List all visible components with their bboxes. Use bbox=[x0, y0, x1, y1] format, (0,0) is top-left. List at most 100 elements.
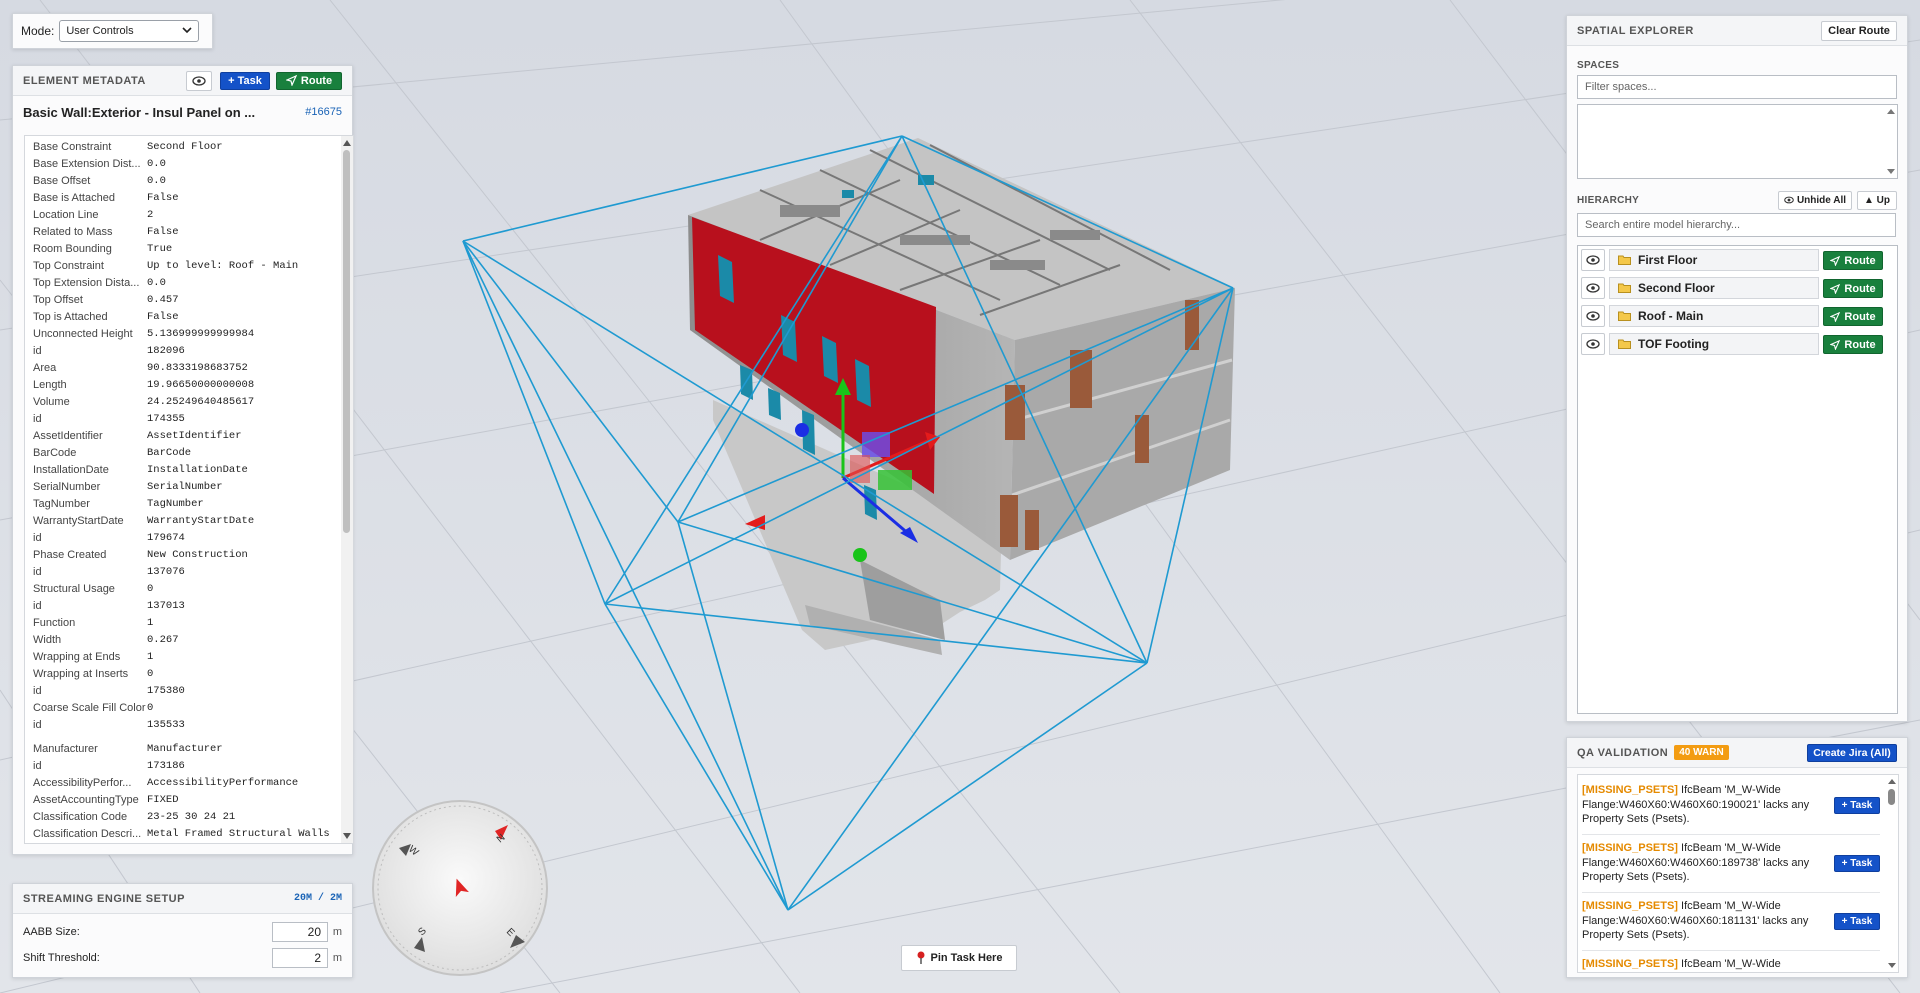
toggle-level-visibility-button[interactable] bbox=[1581, 333, 1605, 355]
level-route-label: Route bbox=[1844, 282, 1876, 295]
level-route-button[interactable]: Route bbox=[1823, 251, 1883, 270]
level-folder-button[interactable]: First Floor bbox=[1609, 249, 1819, 271]
property-row: Classification Descri... Metal Framed Str… bbox=[25, 825, 353, 842]
property-value: 137076 bbox=[147, 565, 185, 578]
qa-issue-tag: [MISSING_PSETS] bbox=[1582, 784, 1678, 796]
property-row: Base Offset 0.0 bbox=[25, 172, 353, 189]
property-value: TagNumber bbox=[147, 497, 204, 510]
pin-task-button[interactable]: Pin Task Here bbox=[901, 945, 1017, 971]
property-value: 5.136999999999984 bbox=[147, 327, 255, 340]
property-value: New Construction bbox=[147, 548, 248, 561]
scroll-down-arrow-icon[interactable] bbox=[1888, 963, 1896, 968]
property-key: Classification Descri... bbox=[33, 827, 142, 840]
send-icon bbox=[1830, 283, 1841, 294]
property-value: 0 bbox=[147, 701, 154, 714]
level-route-label: Route bbox=[1844, 254, 1876, 267]
property-key: Room Bounding bbox=[33, 242, 112, 255]
qa-title: QA VALIDATION bbox=[1577, 746, 1669, 759]
hierarchy-item-second-floor: Second Floor Route bbox=[1581, 277, 1897, 301]
property-key: Top Extension Dista... bbox=[33, 276, 140, 289]
element-id-link[interactable]: #16675 bbox=[305, 106, 342, 118]
toggle-level-visibility-button[interactable] bbox=[1581, 249, 1605, 271]
property-value: Manufacturer bbox=[147, 742, 223, 755]
qa-add-task-button[interactable]: + Task bbox=[1834, 855, 1880, 872]
scroll-up-arrow-icon[interactable] bbox=[1887, 109, 1895, 114]
property-row: Base Extension Dist... 0.0 bbox=[25, 155, 353, 172]
unhide-all-label: Unhide All bbox=[1796, 194, 1847, 206]
clear-route-button[interactable]: Clear Route bbox=[1821, 20, 1897, 41]
property-value: AccessibilityPerformance bbox=[147, 776, 299, 789]
qa-add-task-button[interactable]: + Task bbox=[1834, 797, 1880, 814]
property-row: TagNumber TagNumber bbox=[25, 495, 353, 512]
scroll-up-arrow-icon[interactable] bbox=[343, 140, 351, 146]
level-folder-button[interactable]: Roof - Main bbox=[1609, 305, 1819, 327]
aabb-size-input[interactable]: 20 bbox=[272, 922, 328, 942]
element-title-row: Basic Wall:Exterior - Insul Panel on ...… bbox=[13, 96, 352, 128]
scroll-down-arrow-icon[interactable] bbox=[343, 833, 351, 839]
level-name: TOF Footing bbox=[1638, 337, 1710, 351]
property-row: Phase Created New Construction bbox=[25, 546, 353, 563]
level-route-button[interactable]: Route bbox=[1823, 335, 1883, 354]
property-row: id 175380 bbox=[25, 682, 353, 699]
property-key: Base Constraint bbox=[33, 140, 112, 153]
qa-issue-text: IfcBeam 'M_W-Wide bbox=[1677, 958, 1781, 970]
qa-divider bbox=[1582, 950, 1880, 951]
hierarchy-label: HIERARCHY bbox=[1577, 194, 1640, 206]
property-row: AssetAccountingType FIXED bbox=[25, 791, 353, 808]
send-icon bbox=[285, 75, 297, 86]
pin-icon bbox=[917, 951, 925, 964]
level-folder-button[interactable]: TOF Footing bbox=[1609, 333, 1819, 355]
property-row: Wrapping at Ends 1 bbox=[25, 648, 353, 665]
property-value: Up to level: Roof - Main bbox=[147, 259, 299, 272]
shift-threshold-input[interactable]: 2 bbox=[272, 948, 328, 968]
property-row: Base Constraint Second Floor bbox=[25, 138, 353, 155]
toggle-level-visibility-button[interactable] bbox=[1581, 305, 1605, 327]
eye-icon bbox=[192, 75, 206, 86]
scroll-down-arrow-icon[interactable] bbox=[1887, 169, 1895, 174]
property-row: WarrantyStartDate WarrantyStartDate bbox=[25, 512, 353, 529]
qa-validation-panel: QA VALIDATION 40 WARN Create Jira (All) … bbox=[1566, 737, 1908, 978]
spaces-list[interactable] bbox=[1577, 104, 1898, 179]
up-button[interactable]: ▲ Up bbox=[1857, 190, 1897, 210]
property-value: 179674 bbox=[147, 531, 185, 544]
streaming-engine-panel: STREAMING ENGINE SETUP 20M / 2M AABB Siz… bbox=[12, 883, 353, 978]
property-key: Function bbox=[33, 616, 76, 629]
toggle-visibility-button[interactable] bbox=[186, 70, 212, 91]
property-key: AccessibilityPerfor... bbox=[33, 776, 132, 789]
filter-spaces-input[interactable]: Filter spaces... bbox=[1577, 75, 1897, 99]
route-button[interactable]: Route bbox=[276, 71, 342, 90]
mode-select[interactable]: User Controls bbox=[59, 20, 200, 42]
scroll-up-arrow-icon[interactable] bbox=[1888, 779, 1896, 784]
property-value: 0.0 bbox=[147, 157, 166, 170]
level-route-button[interactable]: Route bbox=[1823, 279, 1883, 298]
property-value: 1 bbox=[147, 650, 154, 663]
create-jira-all-button[interactable]: Create Jira (All) bbox=[1807, 743, 1897, 762]
qa-scrollbar[interactable] bbox=[1886, 775, 1898, 972]
properties-list[interactable]: Base Constraint Second Floor Base Extensi… bbox=[24, 135, 354, 844]
property-key: Base is Attached bbox=[33, 191, 115, 204]
property-key: Base Extension Dist... bbox=[33, 157, 141, 170]
property-key: AssetIdentifier bbox=[33, 429, 103, 442]
property-row: Area 90.8333198683752 bbox=[25, 359, 353, 376]
aabb-label: AABB Size: bbox=[23, 926, 80, 938]
eye-icon bbox=[1784, 196, 1794, 204]
hierarchy-search-input[interactable]: Search entire model hierarchy... bbox=[1577, 213, 1896, 237]
property-value: 0.0 bbox=[147, 276, 166, 289]
property-row: id 137076 bbox=[25, 563, 353, 580]
level-route-button[interactable]: Route bbox=[1823, 307, 1883, 326]
level-folder-button[interactable]: Second Floor bbox=[1609, 277, 1819, 299]
scrollbar-thumb[interactable] bbox=[1888, 789, 1895, 805]
eye-icon bbox=[1586, 255, 1600, 265]
properties-scrollbar[interactable] bbox=[341, 136, 353, 843]
spaces-scrollbar[interactable] bbox=[1885, 105, 1897, 178]
scrollbar-thumb[interactable] bbox=[343, 150, 350, 533]
property-key: TagNumber bbox=[33, 497, 90, 510]
unhide-all-button[interactable]: Unhide All bbox=[1778, 190, 1852, 210]
toggle-level-visibility-button[interactable] bbox=[1581, 277, 1605, 299]
streaming-badge: 20M / 2M bbox=[293, 893, 342, 904]
qa-add-task-button[interactable]: + Task bbox=[1834, 913, 1880, 930]
navigation-compass[interactable]: N E S W bbox=[370, 798, 550, 978]
add-task-button[interactable]: + Task bbox=[220, 71, 270, 90]
qa-list[interactable]: [MISSING_PSETS] IfcBeam 'M_W-Wide Flange… bbox=[1577, 774, 1899, 973]
property-value: 182096 bbox=[147, 344, 185, 357]
